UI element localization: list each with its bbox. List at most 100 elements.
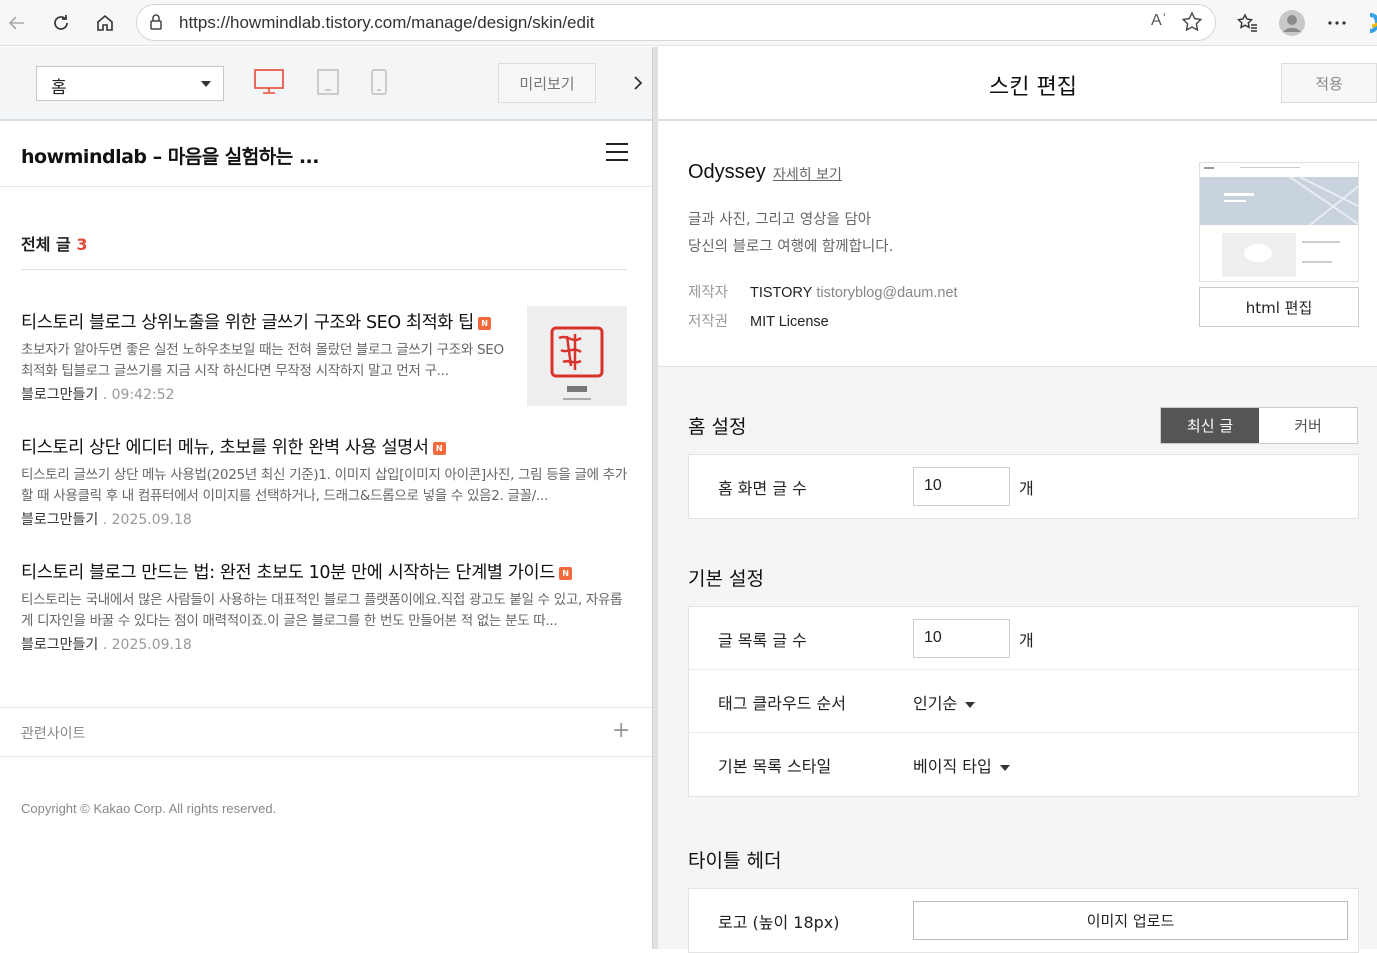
post-category[interactable]: 블로그만들기	[21, 637, 98, 653]
list-style-row: 기본 목록 스타일 베이직 타입	[689, 733, 1358, 796]
tag-order-dropdown[interactable]: 인기순	[913, 690, 976, 714]
plus-icon[interactable]: +	[612, 718, 630, 743]
skin-description: 글과 사진, 그리고 영상을 담아 당신의 블로그 여행에 함께합니다.	[688, 207, 893, 261]
post-item[interactable]: 티스토리 블로그 만드는 법: 완전 초보도 10분 만에 시작하는 단계별 가…	[21, 559, 627, 654]
tag-order-row: 태그 클라우드 순서 인기순	[689, 670, 1358, 733]
address-bar[interactable]: https://howmindlab.tistory.com/manage/de…	[136, 4, 1216, 41]
post-title-row: 티스토리 블로그 만드는 법: 완전 초보도 10분 만에 시작하는 단계별 가…	[21, 559, 627, 584]
read-aloud-icon[interactable]: Aʾ	[1151, 12, 1167, 30]
copyright-text: Copyright © Kakao Corp. All rights reser…	[21, 801, 277, 816]
post-category[interactable]: 블로그만들기	[21, 512, 98, 528]
post-time: 2025.09.18	[111, 512, 192, 528]
new-badge: N	[432, 441, 446, 455]
skin-name: Odyssey	[688, 161, 766, 183]
home-button[interactable]	[90, 8, 120, 38]
list-style-value: 베이직 타입	[913, 757, 992, 776]
skin-maker: 제작자 TISTORY tistoryblog@daum.net	[688, 281, 958, 302]
post-item[interactable]: 티스토리 상단 에디터 메뉴, 초보를 위한 완벽 사용 설명서 N 티스토리 글…	[21, 434, 627, 529]
html-edit-button[interactable]: html 편집	[1199, 287, 1359, 327]
skin-description-line: 글과 사진, 그리고 영상을 담아	[688, 212, 872, 228]
home-type-toggle: 최신 글 커버	[1160, 407, 1358, 444]
maker-email: tistoryblog@daum.net	[816, 285, 958, 301]
logo-row: 로고 (높이 18px) 이미지 업로드	[689, 889, 1358, 952]
list-count-row: 글 목록 글 수 10 개	[689, 607, 1358, 670]
tab-cover[interactable]: 커버	[1259, 408, 1357, 443]
post-title[interactable]: 티스토리 블로그 만드는 법: 완전 초보도 10분 만에 시작하는 단계별 가…	[21, 563, 555, 583]
menu-hamburger-icon[interactable]	[606, 143, 628, 161]
post-meta: 블로그만들기 . 2025.09.18	[21, 509, 627, 529]
list-style-label: 기본 목록 스타일	[718, 757, 832, 776]
blog-title[interactable]: howmindlab – 마음을 실험하는 ...	[21, 142, 319, 169]
skin-description-line: 당신의 블로그 여행에 함께합니다.	[688, 239, 894, 255]
maker-value: TISTORY	[750, 285, 813, 301]
back-button[interactable]	[2, 8, 32, 38]
post-category[interactable]: 블로그만들기	[21, 387, 98, 403]
skin-detail-link[interactable]: 자세히 보기	[773, 164, 842, 184]
related-sites-label: 관련사이트	[21, 726, 86, 742]
favorite-star-icon[interactable]	[1181, 11, 1203, 33]
copilot-icon	[1369, 13, 1377, 33]
avatar-icon	[1279, 10, 1305, 36]
total-posts-count: 3	[76, 235, 88, 254]
tab-latest-posts[interactable]: 최신 글	[1161, 408, 1259, 443]
chevron-down-icon	[999, 764, 1010, 771]
seal-stamp-image	[527, 306, 627, 406]
new-badge: N	[477, 316, 491, 330]
browser-toolbar: https://howmindlab.tistory.com/manage/de…	[0, 0, 1377, 46]
chevron-down-icon	[965, 701, 976, 708]
copilot-button[interactable]	[1362, 8, 1377, 38]
total-posts-heading: 전체 글 3	[21, 231, 87, 255]
skin-editor-pane: 스킨 편집 적용 Odyssey 자세히 보기 글과 사진, 그리고 영상을 담…	[658, 47, 1377, 953]
maker-label: 제작자	[688, 285, 729, 301]
desktop-view-icon[interactable]	[254, 69, 284, 95]
mobile-view-icon[interactable]	[371, 69, 387, 95]
new-badge: N	[558, 566, 572, 580]
meta-separator: .	[102, 512, 108, 528]
preview-pane: 홈 미리보기 howmindlab – 마음을 실험하는 ... 전체 글 3 …	[0, 47, 652, 949]
unit-label: 개	[1019, 479, 1034, 498]
chevron-right-icon[interactable]	[630, 73, 646, 93]
page-select[interactable]: 홈	[36, 66, 224, 101]
favorites-list-icon	[1237, 13, 1257, 32]
home-post-count-label: 홈 화면 글 수	[718, 479, 807, 498]
basic-settings-card: 글 목록 글 수 10 개 태그 클라우드 순서 인기순 기본 목록 스타일 베…	[688, 606, 1359, 797]
post-thumbnail[interactable]	[527, 306, 627, 406]
meta-separator: .	[102, 387, 108, 403]
post-title[interactable]: 티스토리 블로그 상위노출을 위한 글쓰기 구조와 SEO 최적화 팁	[21, 313, 474, 333]
tag-order-label: 태그 클라우드 순서	[718, 694, 846, 713]
apply-button[interactable]: 적용	[1281, 63, 1377, 103]
post-title[interactable]: 티스토리 상단 에디터 메뉴, 초보를 위한 완벽 사용 설명서	[21, 438, 429, 458]
skin-preview-image	[1200, 163, 1358, 281]
divider	[21, 269, 627, 270]
list-count-label: 글 목록 글 수	[718, 631, 807, 650]
tablet-view-icon[interactable]	[317, 69, 339, 95]
preview-button[interactable]: 미리보기	[498, 63, 596, 103]
post-title-row: 티스토리 상단 에디터 메뉴, 초보를 위한 완벽 사용 설명서 N	[21, 434, 627, 459]
tag-order-value: 인기순	[913, 694, 958, 713]
title-header-title: 타이틀 헤더	[688, 850, 782, 872]
skin-license: 저작권 MIT License	[688, 310, 829, 331]
meta-separator: .	[102, 637, 108, 653]
basic-settings-title: 기본 설정	[688, 568, 764, 590]
post-item[interactable]: 티스토리 블로그 상위노출을 위한 글쓰기 구조와 SEO 최적화 팁N 초보자…	[21, 309, 511, 404]
more-options-button[interactable]	[1322, 8, 1352, 38]
home-post-count-input[interactable]: 10	[913, 467, 1010, 506]
home-post-count-row: 홈 화면 글 수 10 개	[689, 455, 1358, 518]
page-select-value: 홈	[51, 78, 67, 98]
editor-title: 스킨 편집	[989, 75, 1077, 100]
list-count-input[interactable]: 10	[913, 619, 1010, 658]
post-summary: 티스토리는 국내에서 많은 사람들이 사용하는 대표적인 블로그 플랫폼이에요.…	[21, 592, 623, 629]
more-dots-icon	[1328, 21, 1346, 25]
post-title-row: 티스토리 블로그 상위노출을 위한 글쓰기 구조와 SEO 최적화 팁N	[21, 309, 511, 334]
refresh-icon	[54, 15, 68, 30]
license-value: MIT License	[750, 314, 829, 330]
image-upload-button[interactable]: 이미지 업로드	[913, 901, 1348, 940]
preview-toolbar: 홈 미리보기	[0, 47, 652, 121]
related-sites[interactable]: 관련사이트 +	[0, 707, 652, 757]
post-summary: 티스토리 글쓰기 상단 메뉴 사용법(2025년 최신 기준)1. 이미지 삽입…	[21, 467, 627, 504]
lock-icon	[150, 14, 162, 30]
favorites-button[interactable]	[1232, 8, 1262, 38]
profile-button[interactable]	[1277, 8, 1307, 38]
list-style-dropdown[interactable]: 베이직 타입	[913, 753, 1010, 777]
refresh-button[interactable]	[46, 8, 76, 38]
